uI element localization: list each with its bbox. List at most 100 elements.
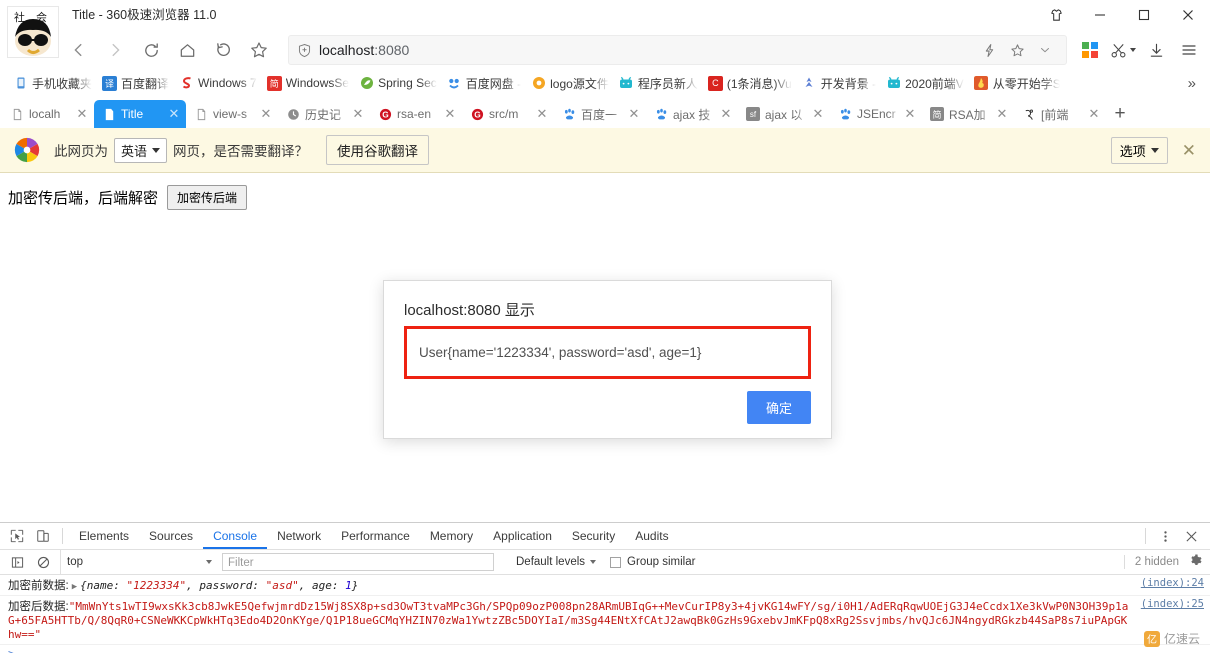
tab-close-icon[interactable]: ✕ xyxy=(994,106,1010,122)
bookmark-item[interactable]: 从零开始学S xyxy=(969,72,1065,94)
console-object-part: "1223334" xyxy=(126,579,187,592)
console-filter-input[interactable]: Filter xyxy=(222,553,494,571)
maximize-button[interactable] xyxy=(1122,0,1166,30)
browser-tab[interactable]: Gsrc/m ✕ xyxy=(462,100,554,128)
user-avatar-icon[interactable]: 社 会 xyxy=(7,6,59,58)
devtools-tab-performance[interactable]: Performance xyxy=(331,523,420,549)
bookmark-item[interactable]: logo源文件 xyxy=(526,72,614,94)
browser-tab[interactable]: 百度一 ✕ xyxy=(554,100,646,128)
new-tab-button[interactable]: + xyxy=(1106,100,1134,128)
bookmark-star-icon[interactable] xyxy=(1004,37,1030,63)
clear-console-icon[interactable] xyxy=(30,550,56,574)
back-icon[interactable] xyxy=(62,33,96,67)
use-google-translate-button[interactable]: 使用谷歌翻译 xyxy=(326,135,430,165)
inspect-element-icon[interactable] xyxy=(4,524,30,548)
console-prompt[interactable]: > xyxy=(0,645,1210,653)
tab-close-icon[interactable]: ✕ xyxy=(534,106,550,122)
address-bar[interactable]: localhost:8080 xyxy=(288,35,1067,65)
bookmark-item[interactable]: 百度网盘 - xyxy=(442,72,526,94)
close-window-button[interactable] xyxy=(1166,0,1210,30)
screenshot-scissors-icon[interactable] xyxy=(1108,35,1138,65)
console-context-selector[interactable]: top xyxy=(60,550,218,574)
microsoft-apps-icon[interactable] xyxy=(1075,35,1105,65)
browser-menu-icon[interactable] xyxy=(1174,35,1204,65)
bookmark-item[interactable]: 译百度翻译 xyxy=(97,72,174,94)
bookmarks-overflow-icon[interactable]: » xyxy=(1182,75,1202,92)
undo-icon[interactable] xyxy=(206,33,240,67)
console-log-source-link[interactable]: (index):24 xyxy=(1131,577,1210,589)
downloads-icon[interactable] xyxy=(1141,35,1171,65)
navigation-bar: localhost:8080 xyxy=(0,30,1210,70)
bookmark-item[interactable]: 简 WindowsSe xyxy=(262,72,354,94)
alert-ok-button[interactable]: 确定 xyxy=(746,391,811,424)
bookmark-item[interactable]: Windows 7 xyxy=(174,72,262,94)
browser-window: 社 会 Title - 360极速浏览器 11.0 localhost:8080… xyxy=(0,0,1210,653)
tab-close-icon[interactable]: ✕ xyxy=(1086,106,1102,122)
translate-options-label: 选项 xyxy=(1119,143,1146,159)
home-icon[interactable] xyxy=(170,33,204,67)
browser-tab[interactable]: sf ajax 以 ✕ xyxy=(738,100,830,128)
browser-tab[interactable]: localh ✕ xyxy=(2,100,94,128)
browser-tab-active[interactable]: Title ✕ xyxy=(94,100,186,128)
group-similar-checkbox[interactable]: Group similar xyxy=(610,556,695,568)
browser-tab[interactable]: 历史记 ✕ xyxy=(278,100,370,128)
devtools-tab-bar: Elements Sources Console Network Performance… xyxy=(0,523,1210,550)
devtools-tab-sources[interactable]: Sources xyxy=(139,523,203,549)
bookmark-label: logo源文件 xyxy=(550,76,609,91)
reload-icon[interactable] xyxy=(134,33,168,67)
devtools-tab-application[interactable]: Application xyxy=(483,523,562,549)
tab-close-icon[interactable]: ✕ xyxy=(350,106,366,122)
bookmark-item[interactable]: 2020前端V xyxy=(881,72,969,94)
devtools-tab-memory[interactable]: Memory xyxy=(420,523,483,549)
tab-close-icon[interactable]: ✕ xyxy=(902,106,918,122)
bookmark-item[interactable]: Spring Sec xyxy=(354,72,442,94)
console-log-source-link[interactable]: (index):25 xyxy=(1131,598,1210,610)
bookmark-label: WindowsSe xyxy=(285,76,350,90)
tab-close-icon[interactable]: ✕ xyxy=(258,106,274,122)
browser-tab[interactable]: Grsa-en ✕ xyxy=(370,100,462,128)
console-log-label: 加密后数据: xyxy=(8,601,69,613)
favorite-star-icon[interactable] xyxy=(242,33,276,67)
browser-tab[interactable]: ajax 技 ✕ xyxy=(646,100,738,128)
tab-close-icon[interactable]: ✕ xyxy=(810,106,826,122)
browser-tab[interactable]: 简 RSA加 ✕ xyxy=(922,100,1014,128)
devtools-tab-security[interactable]: Security xyxy=(562,523,625,549)
scissors-dropdown-caret-icon[interactable] xyxy=(1130,48,1136,52)
lightning-icon[interactable] xyxy=(976,37,1002,63)
browser-tab[interactable]: view-s ✕ xyxy=(186,100,278,128)
forward-icon[interactable] xyxy=(98,33,132,67)
devtools-more-icon[interactable] xyxy=(1152,524,1178,548)
tab-close-icon[interactable]: ✕ xyxy=(166,106,182,122)
browser-tab[interactable]: JSEncr ✕ xyxy=(830,100,922,128)
bookmark-item[interactable]: 手机收藏夹 xyxy=(8,72,97,94)
clip-shirt-icon[interactable] xyxy=(1034,0,1078,30)
bookmark-item[interactable]: 开发背景 - xyxy=(797,72,881,94)
translate-close-button[interactable]: ✕ xyxy=(1182,142,1196,159)
browser-tab[interactable]: [前端 ✕ xyxy=(1014,100,1106,128)
tab-close-icon[interactable]: ✕ xyxy=(74,106,90,122)
page-info-shield-icon xyxy=(297,43,312,58)
devtools-close-icon[interactable] xyxy=(1178,524,1204,548)
devtools-tab-audits[interactable]: Audits xyxy=(625,523,678,549)
expand-object-triangle-icon[interactable]: ▶ xyxy=(72,582,77,592)
tab-close-icon[interactable]: ✕ xyxy=(626,106,642,122)
pan-favicon-icon xyxy=(447,76,462,91)
settings-gear-icon[interactable] xyxy=(1189,554,1202,570)
hidden-messages-count[interactable]: 2 hidden xyxy=(1135,556,1179,568)
minimize-button[interactable] xyxy=(1078,0,1122,30)
devtools-tab-elements[interactable]: Elements xyxy=(69,523,139,549)
console-log-level-selector[interactable]: Default levels xyxy=(516,556,597,568)
tab-close-icon[interactable]: ✕ xyxy=(718,106,734,122)
tab-close-icon[interactable]: ✕ xyxy=(442,106,458,122)
C-favicon-icon: C xyxy=(707,75,723,91)
translate-language-select[interactable]: 英语 xyxy=(114,137,168,163)
chevron-down-icon[interactable] xyxy=(1032,37,1058,63)
console-sidebar-icon[interactable] xyxy=(4,550,30,574)
devtools-tab-network[interactable]: Network xyxy=(267,523,331,549)
devtools-tab-console[interactable]: Console xyxy=(203,523,267,549)
bookmark-item[interactable]: 程序员新人 xyxy=(614,72,703,94)
device-toolbar-icon[interactable] xyxy=(30,524,56,548)
encrypt-submit-button[interactable]: 加密传后端 xyxy=(167,185,248,210)
translate-options-button[interactable]: 选项 xyxy=(1110,136,1168,164)
bookmark-item[interactable]: C (1条消息)Vu xyxy=(703,72,797,94)
